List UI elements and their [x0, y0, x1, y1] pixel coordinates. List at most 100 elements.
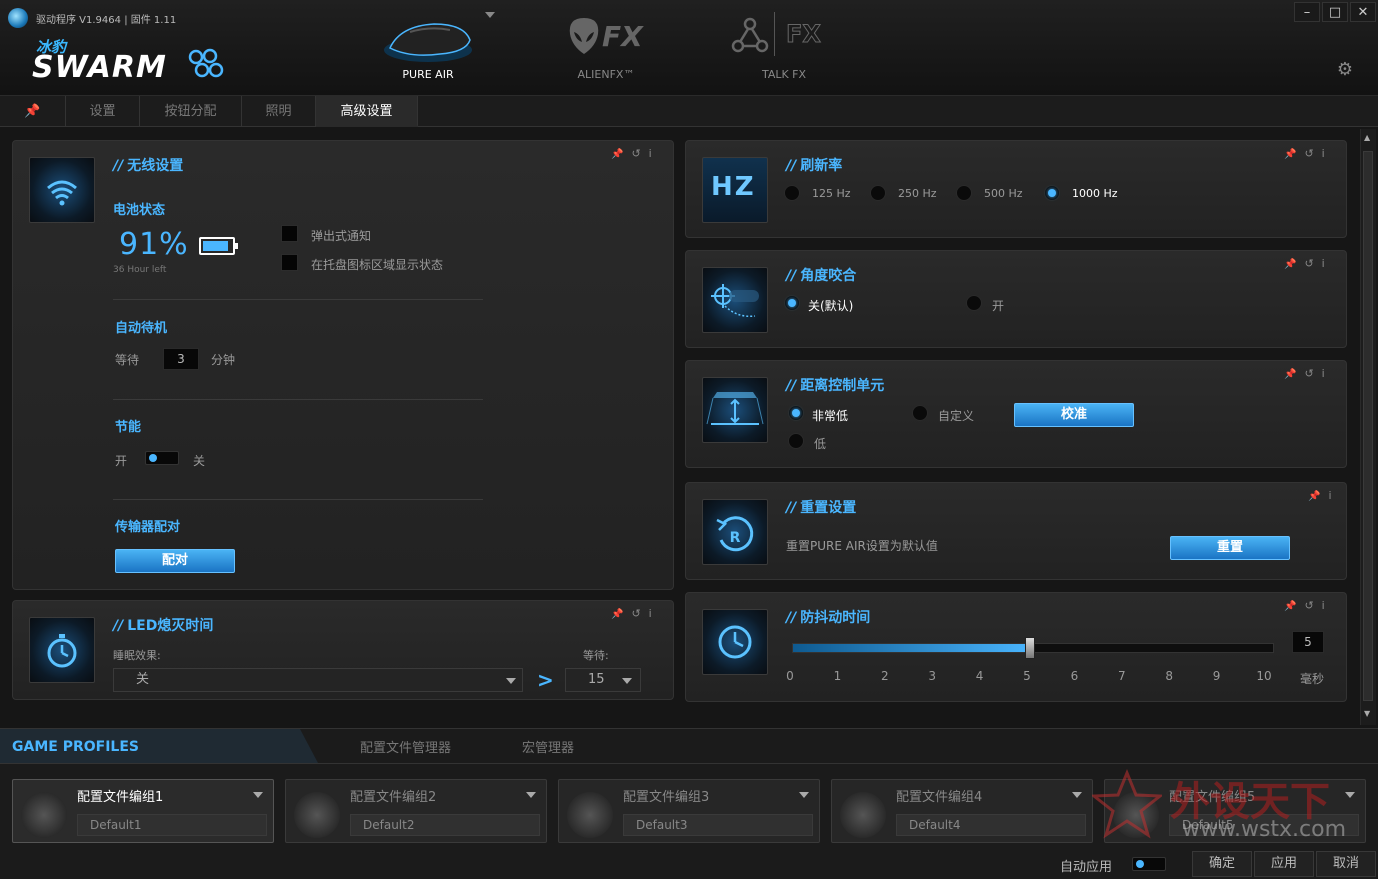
- angle-on-radio[interactable]: [966, 295, 982, 311]
- sleep-effect-dropdown[interactable]: 关: [113, 668, 523, 692]
- pin-icon[interactable]: 📌: [1284, 601, 1304, 612]
- reset-button[interactable]: 重置: [1170, 536, 1290, 560]
- refresh-rate-radio[interactable]: [784, 185, 800, 201]
- maximize-button[interactable]: □: [1322, 2, 1348, 22]
- tab-macro-manager[interactable]: 宏管理器: [522, 737, 574, 756]
- profile-default-field[interactable]: Default3: [623, 814, 813, 836]
- lift-low-radio[interactable]: [788, 433, 804, 449]
- tray-status-label: 在托盘图标区域显示状态: [311, 258, 444, 272]
- info-icon[interactable]: i: [1322, 257, 1333, 270]
- info-icon[interactable]: i: [1322, 367, 1333, 380]
- refresh-rate-title: //刷新率: [786, 158, 843, 174]
- debounce-unit: 毫秒: [1300, 672, 1325, 686]
- device-dropdown-chevron-down-icon[interactable]: [485, 12, 495, 18]
- pin-icon[interactable]: 📌: [611, 609, 631, 620]
- angle-off-radio[interactable]: [784, 295, 800, 311]
- refresh-rate-radio[interactable]: [1044, 185, 1060, 201]
- tab-advanced-settings[interactable]: 高级设置: [316, 96, 418, 127]
- tab-pin[interactable]: 📌: [0, 96, 66, 127]
- undo-icon[interactable]: ↺: [631, 147, 648, 160]
- close-button[interactable]: ✕: [1350, 2, 1376, 22]
- device-tab-pure-air[interactable]: PURE AIR: [368, 10, 488, 85]
- undo-icon[interactable]: ↺: [1304, 367, 1321, 380]
- apply-button[interactable]: 应用: [1254, 851, 1314, 877]
- undo-icon[interactable]: ↺: [1304, 599, 1321, 612]
- undo-icon[interactable]: ↺: [1304, 257, 1321, 270]
- profile-default-field[interactable]: Default4: [896, 814, 1086, 836]
- scroll-down-icon[interactable]: ▼: [1364, 709, 1370, 718]
- refresh-rate-label: 250 Hz: [898, 187, 937, 200]
- reset-icon: R: [702, 499, 768, 565]
- chevron-down-icon[interactable]: [799, 792, 809, 798]
- chevron-down-icon[interactable]: [526, 792, 536, 798]
- led-title: //LED熄灭时间: [113, 618, 214, 634]
- lift-custom-radio[interactable]: [912, 405, 928, 421]
- led-wait-dropdown[interactable]: 15: [565, 668, 641, 692]
- ok-button[interactable]: 确定: [1192, 851, 1252, 877]
- scrollbar-thumb[interactable]: [1363, 151, 1373, 701]
- popup-notify-checkbox[interactable]: [281, 225, 298, 242]
- info-icon[interactable]: i: [649, 607, 660, 620]
- debounce-tick-label: 2: [880, 669, 889, 683]
- auto-apply-toggle[interactable]: [1132, 857, 1166, 871]
- scrollbar[interactable]: ▲ ▼: [1360, 129, 1376, 725]
- scroll-up-icon[interactable]: ▲: [1364, 133, 1370, 142]
- standby-minutes-input[interactable]: 3: [163, 348, 199, 370]
- pin-icon[interactable]: 📌: [1284, 259, 1304, 270]
- profile-default-field[interactable]: Default2: [350, 814, 540, 836]
- refresh-rate-radio[interactable]: [870, 185, 886, 201]
- profile-slot[interactable]: 配置文件编组3 Default3: [558, 779, 820, 843]
- divider: [113, 499, 483, 500]
- minimize-button[interactable]: –: [1294, 2, 1320, 22]
- settings-gear-icon[interactable]: ⚙: [1335, 60, 1355, 80]
- tray-status-checkbox[interactable]: [281, 254, 298, 271]
- sleep-effect-label: 睡眠效果:: [113, 649, 161, 662]
- panel-tools: 📌↺i: [611, 607, 660, 620]
- angle-on-label: 开: [992, 299, 1005, 313]
- undo-icon[interactable]: ↺: [1304, 147, 1321, 160]
- info-icon[interactable]: i: [1322, 147, 1333, 160]
- undo-icon[interactable]: ↺: [631, 607, 648, 620]
- device-tab-talkfx[interactable]: FX TALK FX: [722, 10, 842, 85]
- chevron-down-icon[interactable]: [1072, 792, 1082, 798]
- pin-icon[interactable]: 📌: [611, 149, 631, 160]
- tab-button-assignment[interactable]: 按钮分配: [140, 96, 242, 127]
- profile-slot[interactable]: 配置文件编组4 Default4: [831, 779, 1093, 843]
- debounce-tick-label: 7: [1117, 669, 1126, 683]
- pin-icon[interactable]: 📌: [1284, 149, 1304, 160]
- minutes-unit: 分钟: [211, 353, 236, 367]
- chevron-down-icon[interactable]: [253, 792, 263, 798]
- info-icon[interactable]: i: [1322, 599, 1333, 612]
- pin-icon: 📌: [24, 104, 41, 119]
- lift-very-low-radio[interactable]: [788, 405, 804, 421]
- info-icon[interactable]: i: [649, 147, 660, 160]
- cancel-button[interactable]: 取消: [1316, 851, 1376, 877]
- tab-profile-manager[interactable]: 配置文件管理器: [360, 737, 451, 756]
- info-icon[interactable]: i: [1328, 489, 1339, 502]
- debounce-value-box[interactable]: 5: [1292, 631, 1324, 653]
- reset-title: //重置设置: [786, 500, 857, 516]
- refresh-rate-label: 500 Hz: [984, 187, 1023, 200]
- pin-icon[interactable]: 📌: [1284, 369, 1304, 380]
- power-save-label: 节能: [115, 420, 142, 435]
- app-window: 驱动程序 V1.9464 | 固件 1.11 冰豹 SWARM PURE AIR: [0, 0, 1378, 879]
- battery-icon: [199, 237, 238, 255]
- refresh-rate-radio[interactable]: [956, 185, 972, 201]
- crosshair-icon: [702, 267, 768, 333]
- led-panel: 📌↺i //LED熄灭时间 睡眠效果: 关 > 等待: 15: [12, 600, 674, 700]
- pin-icon[interactable]: 📌: [1308, 491, 1328, 502]
- calibrate-button[interactable]: 校准: [1014, 403, 1134, 427]
- tab-settings[interactable]: 设置: [66, 96, 140, 127]
- device-tab-alienfx[interactable]: FX ALIENFX™: [544, 10, 664, 85]
- logo-bubbles-icon: [188, 48, 224, 78]
- profile-slot[interactable]: 配置文件编组1 Default1: [12, 779, 274, 843]
- profile-slot[interactable]: 配置文件编组2 Default2: [285, 779, 547, 843]
- profile-default-field[interactable]: Default1: [77, 814, 267, 836]
- game-profiles-title: GAME PROFILES: [12, 739, 139, 755]
- divider: [113, 299, 483, 300]
- power-save-toggle[interactable]: [145, 451, 179, 465]
- pair-button[interactable]: 配对: [115, 549, 235, 573]
- tab-lighting[interactable]: 照明: [242, 96, 316, 127]
- battery-percent: 91%: [119, 227, 189, 262]
- debounce-slider-thumb[interactable]: [1025, 637, 1035, 659]
